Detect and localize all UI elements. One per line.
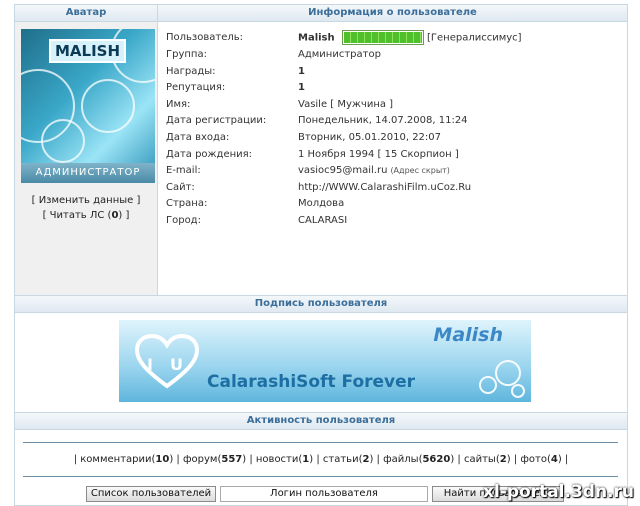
info-row-birthday: Дата рождения: 1 Ноября 1994 [ 15 Скорпио… bbox=[166, 147, 621, 163]
activity-label: фото bbox=[520, 454, 547, 465]
activity-item[interactable]: комментарии(10) bbox=[80, 454, 173, 465]
info-value-city: CALARASI bbox=[298, 215, 348, 226]
site-watermark: xl-portal.3dn.ru bbox=[482, 482, 634, 502]
profile-frame: Аватар MALISH АДМИНИСТРАТОР [ Изменить д… bbox=[14, 4, 628, 506]
info-row-registered: Дата регистрации: Понедельник, 14.07.2008… bbox=[166, 113, 621, 129]
info-label-registered: Дата регистрации: bbox=[166, 115, 267, 127]
avatar-links: [ Изменить данные ] [ Читать ЛС (0) ] bbox=[15, 193, 157, 223]
user-login-input[interactable]: Логин пользователя bbox=[220, 486, 428, 502]
heart-letter-i: I bbox=[147, 355, 153, 374]
info-row-country: Страна: Молдова bbox=[166, 196, 621, 212]
signature-text: CalarashiSoft Forever bbox=[207, 372, 416, 392]
info-value-last-login: Вторник, 05.01.2010, 22:07 bbox=[298, 132, 442, 143]
activity-count: 1 bbox=[302, 454, 310, 465]
info-value-reputation: 1 bbox=[298, 82, 305, 94]
avatar-caption: АДМИНИСТРАТОР bbox=[21, 163, 155, 183]
heart-letter-u: U bbox=[170, 355, 183, 374]
activity-label: статьи bbox=[322, 454, 359, 465]
info-row-user: Пользователь: Malish [Генералиссимус] bbox=[166, 30, 621, 46]
user-info-column: Информация о пользователе Пользователь: … bbox=[158, 5, 627, 295]
activity-item[interactable]: файлы(5620) bbox=[383, 454, 454, 465]
signature-banner: I U Malish CalarashiSoft Forever bbox=[119, 320, 531, 402]
user-name: Malish bbox=[298, 32, 335, 44]
signature-brand: Malish bbox=[433, 324, 503, 346]
edit-profile-link[interactable]: Изменить данные bbox=[39, 195, 134, 206]
info-value-awards: 1 bbox=[298, 65, 305, 77]
info-label-awards: Награды: bbox=[166, 65, 216, 77]
info-value-name: Vasile [ Мужчина ] bbox=[298, 98, 394, 110]
activity-header: Активность пользователя bbox=[15, 412, 627, 430]
user-info-header: Информация о пользователе bbox=[158, 5, 627, 22]
info-label-birthday: Дата рождения: bbox=[166, 148, 253, 160]
activity-item[interactable]: новости(1) bbox=[256, 454, 313, 465]
activity-count: 2 bbox=[499, 454, 507, 465]
info-label-last-login: Дата входа: bbox=[166, 132, 230, 143]
activity-item[interactable]: сайты(2) bbox=[464, 454, 511, 465]
info-label-name: Имя: bbox=[166, 98, 191, 110]
info-row-reputation: Репутация: 1 bbox=[166, 80, 621, 96]
user-avatar: MALISH АДМИНИСТРАТОР bbox=[21, 29, 155, 183]
avatar-logo: MALISH bbox=[49, 39, 127, 63]
activity-line: | комментарии(10) | форум(557) | новости… bbox=[73, 454, 569, 465]
activity-item[interactable]: фото(4) bbox=[520, 454, 561, 465]
info-value-site[interactable]: http://WWW.CalarashiFilm.uCoz.Ru bbox=[298, 182, 471, 193]
activity-label: форум bbox=[182, 454, 218, 465]
activity-item[interactable]: форум(557) bbox=[183, 454, 246, 465]
info-label-country: Страна: bbox=[166, 198, 208, 210]
info-label-email: E-mail: bbox=[166, 165, 201, 177]
user-label: Пользователь: bbox=[166, 32, 244, 43]
info-row-group: Группа: Администратор bbox=[166, 47, 621, 63]
info-value-registered: Понедельник, 14.07.2008, 11:24 bbox=[298, 115, 468, 127]
activity-count: 2 bbox=[362, 454, 370, 465]
divider-top bbox=[23, 442, 618, 443]
signature-area: I U Malish CalarashiSoft Forever bbox=[15, 312, 627, 408]
user-list-button[interactable]: Список пользователей bbox=[86, 486, 216, 502]
activity-label: новости bbox=[255, 454, 299, 465]
info-value-email[interactable]: vasioc95@mail.ru bbox=[298, 165, 387, 176]
info-label-reputation: Репутация: bbox=[166, 82, 226, 94]
info-row-city: Город: CALARASI bbox=[166, 213, 621, 229]
activity-item[interactable]: статьи(2) bbox=[323, 454, 373, 465]
rank-bar-fill bbox=[343, 32, 422, 43]
read-pm-link[interactable]: [ Читать ЛС (0) ] bbox=[15, 208, 157, 223]
email-hidden-note: (Адрес скрыт) bbox=[390, 166, 450, 176]
activity-count: 4 bbox=[550, 454, 558, 465]
info-value-birthday: 1 Ноября 1994 [ 15 Скорпион ] bbox=[298, 148, 459, 160]
activity-label: сайты bbox=[463, 454, 496, 465]
info-label-city: Город: bbox=[166, 215, 201, 226]
avatar-header: Аватар bbox=[15, 5, 157, 22]
avatar-column: Аватар MALISH АДМИНИСТРАТОР [ Изменить д… bbox=[15, 5, 158, 295]
info-row-email: E-mail: vasioc95@mail.ru (Адрес скрыт) bbox=[166, 163, 621, 179]
activity-count: 557 bbox=[221, 454, 243, 465]
info-label-site: Сайт: bbox=[166, 181, 195, 193]
activity-label: комментарии bbox=[80, 454, 152, 465]
activity-label: файлы bbox=[383, 454, 419, 465]
info-row-awards: Награды: 1 bbox=[166, 64, 621, 80]
info-row-last-login: Дата входа: Вторник, 05.01.2010, 22:07 bbox=[166, 130, 621, 146]
rank-title: [Генералиссимус] bbox=[427, 32, 522, 44]
info-row-site: Сайт: http://WWW.CalarashiFilm.uCoz.Ru bbox=[166, 180, 621, 196]
signature-header: Подпись пользователя bbox=[15, 295, 627, 313]
activity-count: 5620 bbox=[422, 454, 451, 465]
profile-top-section: Аватар MALISH АДМИНИСТРАТОР [ Изменить д… bbox=[15, 5, 627, 295]
info-value-country: Молдова bbox=[298, 198, 345, 210]
rank-bar bbox=[341, 30, 424, 45]
info-row-name: Имя: Vasile [ Мужчина ] bbox=[166, 97, 621, 113]
info-label-group: Группа: bbox=[166, 49, 207, 60]
heart-logo-icon: I U bbox=[135, 334, 199, 389]
activity-count: 10 bbox=[155, 454, 170, 465]
info-value-group: Администратор bbox=[298, 49, 381, 60]
divider-bottom bbox=[23, 476, 618, 477]
